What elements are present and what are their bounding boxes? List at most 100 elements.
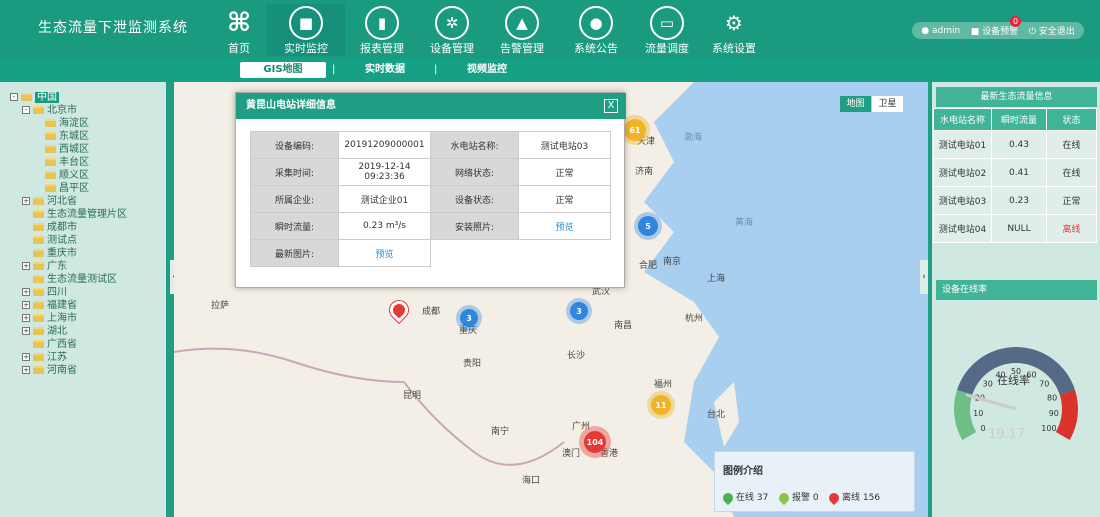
city-label: 广州 xyxy=(572,422,591,432)
table-row: 所属企业: 测试企业01 设备状态: 正常 xyxy=(250,185,611,213)
tree-item[interactable]: + 河北省 xyxy=(22,195,77,208)
tab-separator: | xyxy=(434,64,438,75)
tree-item[interactable]: 生态流量测试区 xyxy=(22,273,117,286)
tree-item[interactable]: - 北京市 xyxy=(22,104,77,117)
user-icon: ● xyxy=(579,6,613,40)
tree-item[interactable]: + 四川 xyxy=(22,286,67,299)
latest-image-preview-link[interactable]: 预览 xyxy=(338,239,431,267)
nav-device-management[interactable]: ✲ 设备管理 xyxy=(413,4,491,56)
tree-item[interactable]: + 福建省 xyxy=(22,299,77,312)
tab-separator: | xyxy=(332,64,336,75)
expand-toggle-icon[interactable]: + xyxy=(22,262,30,270)
map-type-map-button[interactable]: 地图 xyxy=(840,96,871,112)
nav-realtime-monitor[interactable]: ■ 实时监控 xyxy=(267,4,345,56)
tree-item[interactable]: + 江苏 xyxy=(22,351,67,364)
region-tree-sidebar: - 中国 - 北京市 海淀区 东城区 西城区 丰台区 顺义区 昌平区 + 河北省 生态流量管理片区 成都市… xyxy=(0,82,170,517)
gauge-tick-label: 90 xyxy=(1049,409,1059,418)
expand-toggle-icon[interactable]: - xyxy=(10,93,18,101)
latest-flow-title: 最新生态流量信息 xyxy=(936,87,1097,107)
nav-system-announcement[interactable]: ● 系统公告 xyxy=(557,4,635,56)
sea-label: 渤海 xyxy=(684,133,703,143)
detail-key: 所属企业: xyxy=(250,185,339,213)
tree-item-label: 广西省 xyxy=(47,339,77,350)
city-label: 合肥 xyxy=(639,261,658,271)
expand-toggle-icon[interactable]: + xyxy=(22,197,30,205)
gauge-tick-label: 70 xyxy=(1039,380,1049,389)
marker-cluster[interactable]: 11 xyxy=(651,395,671,415)
home-icon: ⌘ xyxy=(226,8,252,38)
tree-item[interactable]: - 中国 xyxy=(10,91,59,104)
tree-item[interactable]: 生态流量管理片区 xyxy=(22,208,127,221)
marker-cluster[interactable]: 3 xyxy=(570,302,588,320)
alarm-pin-icon xyxy=(776,490,792,505)
city-label: 澳门 xyxy=(562,449,581,459)
tree-item[interactable]: 昌平区 xyxy=(34,182,89,195)
tab-gis-map[interactable]: GIS地图 xyxy=(240,62,326,78)
city-label: 济南 xyxy=(635,167,654,177)
table-row[interactable]: 测试电站03 0.23 正常 xyxy=(933,186,1097,215)
station-flow: 0.23 xyxy=(991,186,1047,215)
expand-toggle-icon[interactable]: + xyxy=(22,353,30,361)
tree-item-label: 丰台区 xyxy=(59,157,89,168)
tree-item[interactable]: 成都市 xyxy=(22,221,77,234)
gauge-band xyxy=(1055,389,1078,440)
tree-item[interactable]: + 湖北 xyxy=(22,325,67,338)
nav-label: 设备管理 xyxy=(430,42,474,55)
expand-toggle-icon[interactable]: + xyxy=(22,366,30,374)
tree-item[interactable]: 测试点 xyxy=(22,234,77,247)
marker-cluster[interactable]: 104 xyxy=(584,431,606,453)
nav-alarm-management[interactable]: ▲ 告警管理 xyxy=(483,4,561,56)
tree-item[interactable]: 广西省 xyxy=(22,338,77,351)
expand-toggle-icon[interactable]: - xyxy=(22,106,30,114)
marker-cluster[interactable]: 5 xyxy=(638,216,658,236)
expand-toggle-icon[interactable]: + xyxy=(22,301,30,309)
tree-item[interactable]: + 广东 xyxy=(22,260,67,273)
station-name: 测试电站03 xyxy=(933,186,992,215)
logout-button[interactable]: ⏻ 安全退出 xyxy=(1029,24,1075,37)
sub-navigation: GIS地图 | 实时数据 | 视频监控 xyxy=(0,58,1100,82)
map-type-satellite-button[interactable]: 卫星 xyxy=(872,96,903,112)
table-row[interactable]: 测试电站02 0.41 在线 xyxy=(933,158,1097,187)
city-label: 昆明 xyxy=(403,391,422,401)
close-button[interactable]: X xyxy=(604,99,618,113)
city-label: 台北 xyxy=(707,410,726,420)
tab-video-monitor[interactable]: 视频监控 xyxy=(447,62,527,78)
expand-toggle-icon[interactable]: + xyxy=(22,288,30,296)
username: admin xyxy=(932,25,961,36)
tree-item[interactable]: 重庆市 xyxy=(22,247,77,260)
nav-system-settings[interactable]: ⚙ 系统设置 xyxy=(695,4,773,56)
tree-item[interactable]: + 河南省 xyxy=(22,364,77,377)
expand-toggle-icon[interactable]: + xyxy=(22,327,30,335)
legend-label: 报警 0 xyxy=(792,493,819,503)
folder-icon xyxy=(33,106,44,114)
right-info-panel: 最新生态流量信息 水电站名称 瞬时流量 状态 测试电站01 0.43 在线 测试… xyxy=(932,82,1100,517)
station-flow: NULL xyxy=(991,214,1047,243)
table-row[interactable]: 测试电站04 NULL 离线 xyxy=(933,214,1097,243)
marker-cluster[interactable]: 61 xyxy=(624,119,646,141)
install-photo-preview-link[interactable]: 预览 xyxy=(518,212,611,240)
tree-item[interactable]: 顺义区 xyxy=(34,169,89,182)
user-icon: ● xyxy=(921,25,930,36)
device-alarm-link[interactable]: ■ 设备预警 xyxy=(971,24,1018,37)
user-menu[interactable]: ● admin xyxy=(921,26,960,36)
tree-item-label: 福建省 xyxy=(47,300,77,311)
alarm-label: 设备预警 xyxy=(982,27,1019,37)
folder-icon xyxy=(33,262,44,270)
tree-item[interactable]: + 上海市 xyxy=(22,312,77,325)
nav-report-management[interactable]: ▮ 报表管理 xyxy=(343,4,421,56)
marker-cluster[interactable]: 3 xyxy=(460,309,478,327)
tree-item[interactable]: 丰台区 xyxy=(34,156,89,169)
right-panel-collapse-button[interactable]: › xyxy=(920,260,928,294)
tree-item[interactable]: 海淀区 xyxy=(34,117,89,130)
map-legend: 图例介绍 在线 37 报警 0 离线 156 xyxy=(714,451,915,512)
tree-item[interactable]: 东城区 xyxy=(34,130,89,143)
folder-icon xyxy=(33,301,44,309)
table-row[interactable]: 测试电站01 0.43 在线 xyxy=(933,130,1097,159)
expand-toggle-icon[interactable]: + xyxy=(22,314,30,322)
camera-icon: ■ xyxy=(289,6,323,40)
tree-item[interactable]: 西城区 xyxy=(34,143,89,156)
folder-icon xyxy=(45,119,56,127)
detail-value: 测试企业01 xyxy=(338,185,431,213)
tree-item-label: 上海市 xyxy=(47,313,77,324)
tab-realtime-data[interactable]: 实时数据 xyxy=(345,62,425,78)
